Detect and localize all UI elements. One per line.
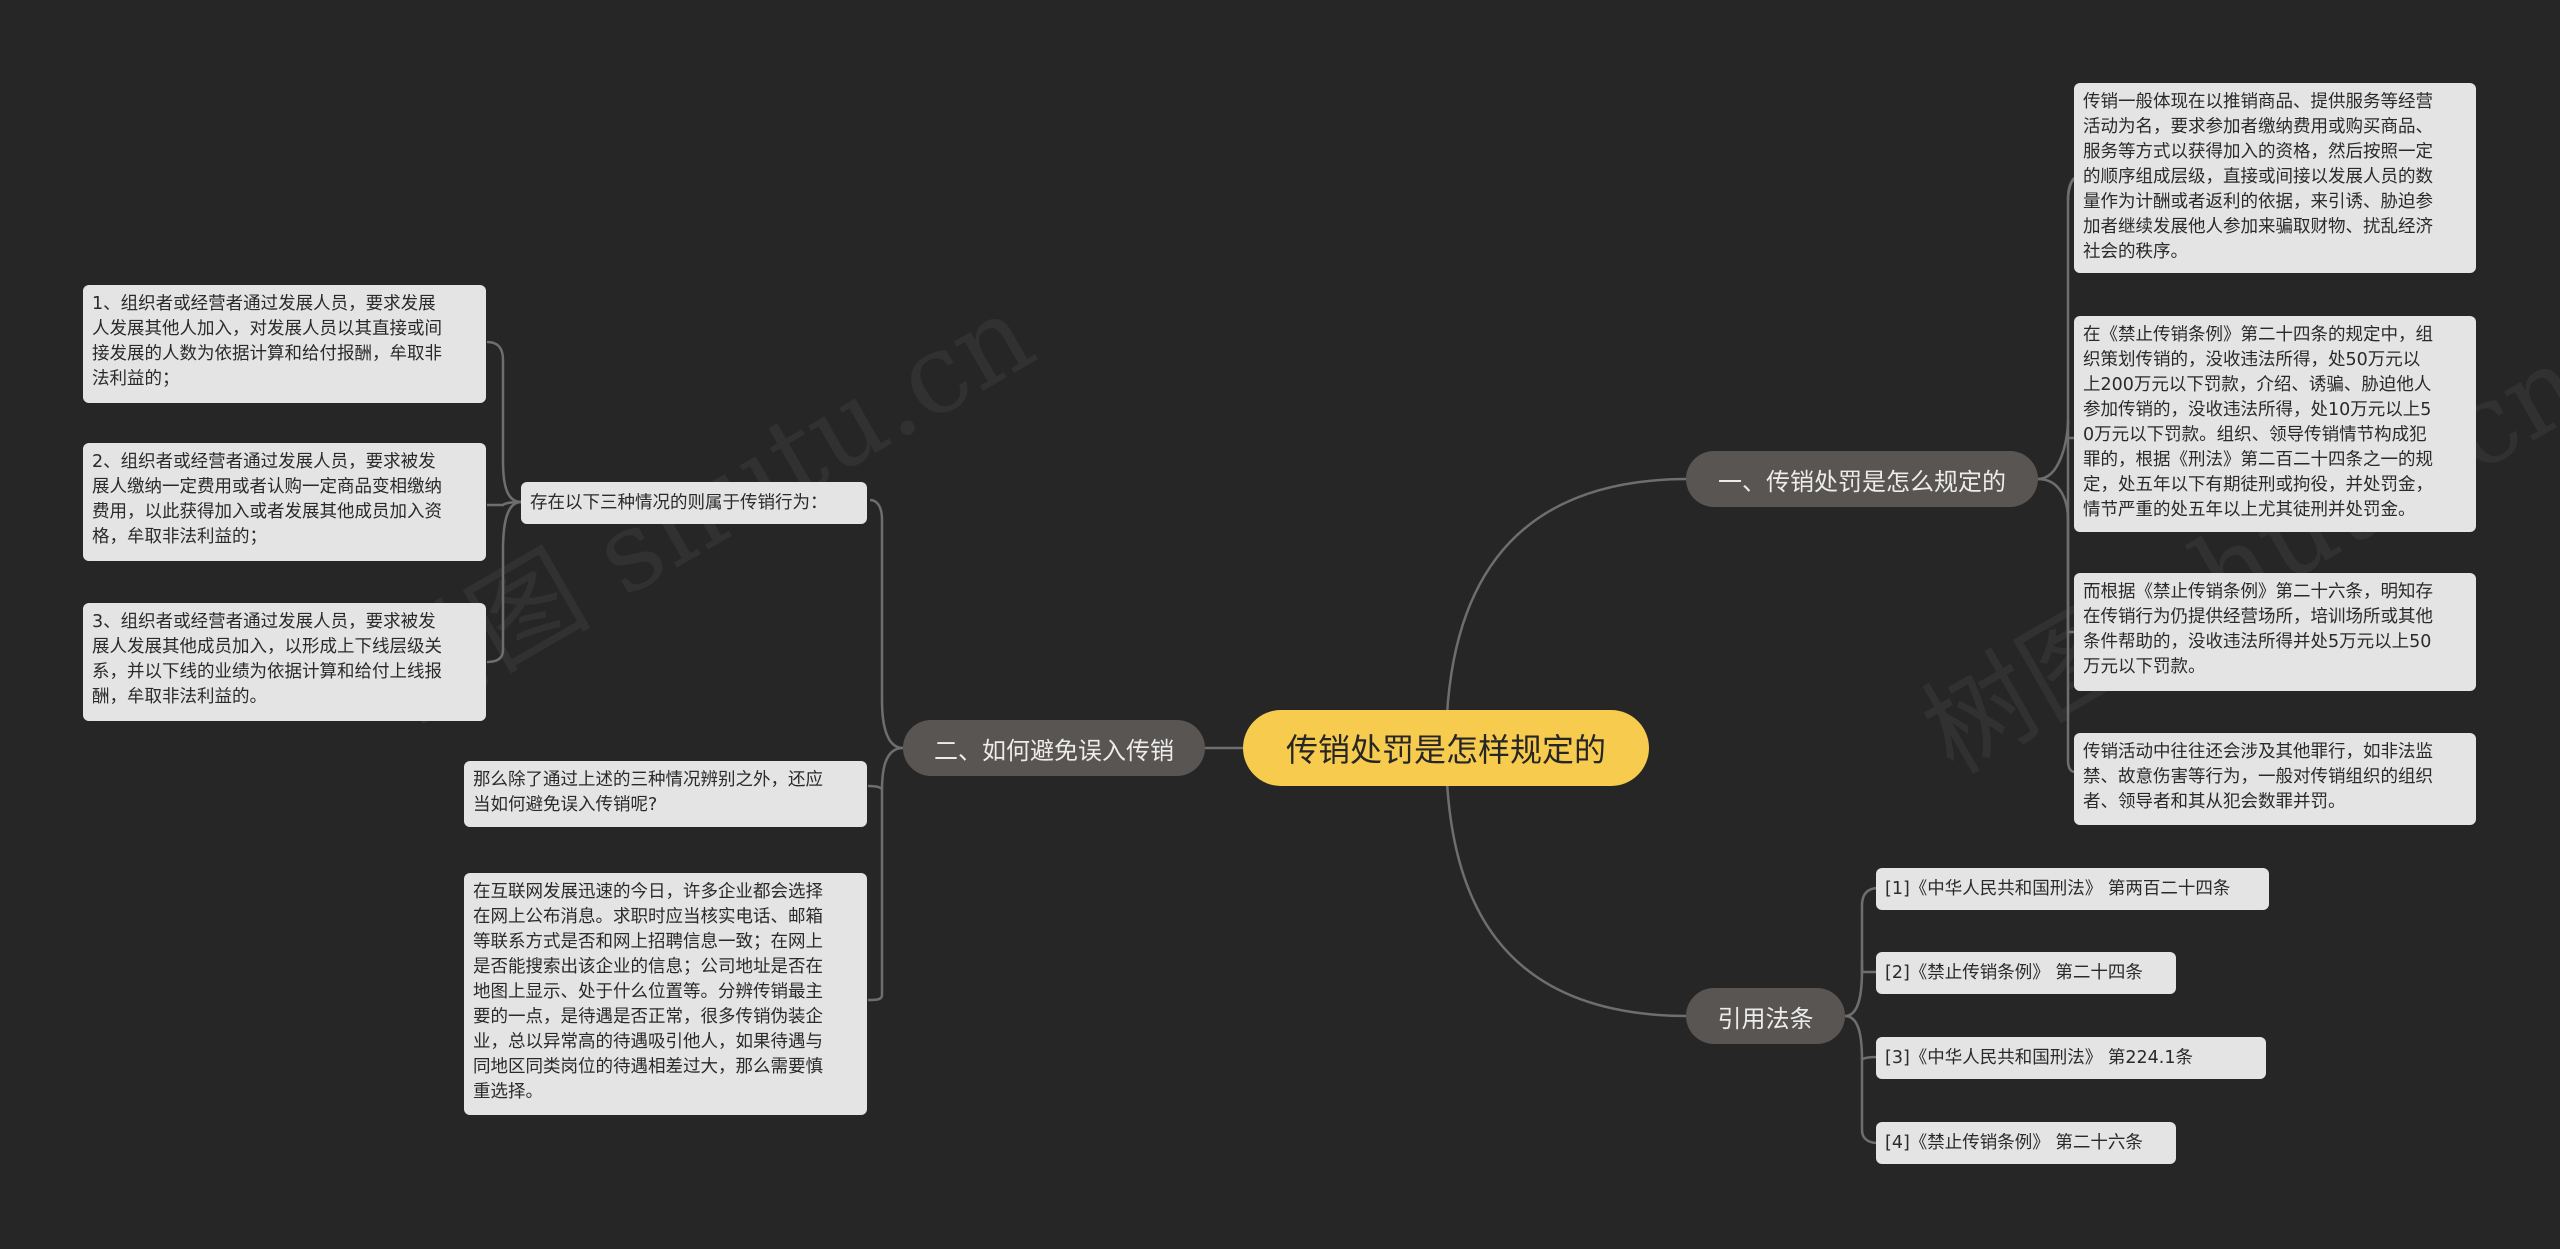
branch-penalty[interactable]: 一、传销处罚是怎么规定的 bbox=[1686, 451, 2038, 507]
situations-title[interactable]: 存在以下三种情况的则属于传销行为： bbox=[521, 482, 867, 524]
penalty-leaf-other-crimes[interactable]: 传销活动中往往还会涉及其他罪行，如非法监 禁、故意伤害等行为，一般对传销组织的组… bbox=[2074, 733, 2476, 825]
penalty-leaf-article-24[interactable]: 在《禁止传销条例》第二十四条的规定中，组 织策划传销的，没收违法所得，处50万元… bbox=[2074, 316, 2476, 532]
penalty-leaf-article-26[interactable]: 而根据《禁止传销条例》第二十六条，明知存 在传销行为仍提供经营场所，培训场所或其… bbox=[2074, 573, 2476, 691]
branch-citations[interactable]: 引用法条 bbox=[1686, 988, 1845, 1044]
situation-item-1[interactable]: 1、组织者或经营者通过发展人员，要求发展 人发展其他人加入，对发展人员以其直接或… bbox=[83, 285, 486, 403]
citation-item[interactable]: [2]《禁止传销条例》 第二十四条 bbox=[1876, 952, 2176, 994]
penalty-leaf-definition[interactable]: 传销一般体现在以推销商品、提供服务等经营 活动为名，要求参加者缴纳费用或购买商品… bbox=[2074, 83, 2476, 273]
root-topic[interactable]: 传销处罚是怎样规定的 bbox=[1243, 710, 1649, 786]
situation-item-2[interactable]: 2、组织者或经营者通过发展人员，要求被发 展人缴纳一定费用或者认购一定商品变相缴… bbox=[83, 443, 486, 561]
edge-root-penalty bbox=[1444, 477, 1689, 749]
branch-avoid[interactable]: 二、如何避免误入传销 bbox=[903, 720, 1205, 776]
avoid-advice[interactable]: 在互联网发展迅速的今日，许多企业都会选择 在网上公布消息。求职时应当核实电话、邮… bbox=[464, 873, 867, 1115]
edge-root-citations bbox=[1444, 747, 1689, 1018]
citation-item[interactable]: [1]《中华人民共和国刑法》 第两百二十四条 bbox=[1876, 868, 2269, 910]
avoid-question[interactable]: 那么除了通过上述的三种情况辨别之外，还应 当如何避免误入传销呢? bbox=[464, 761, 867, 827]
situation-item-3[interactable]: 3、组织者或经营者通过发展人员，要求被发 展人发展其他成员加入，以形成上下线层级… bbox=[83, 603, 486, 721]
citation-item[interactable]: [3]《中华人民共和国刑法》 第224.1条 bbox=[1876, 1037, 2266, 1079]
citation-item[interactable]: [4]《禁止传销条例》 第二十六条 bbox=[1876, 1122, 2176, 1164]
